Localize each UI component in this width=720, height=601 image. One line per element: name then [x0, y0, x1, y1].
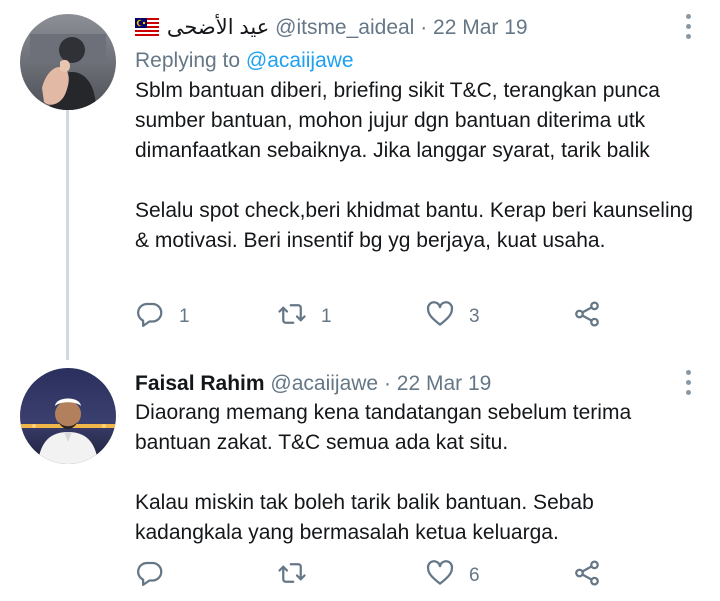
retweet-button[interactable]	[277, 559, 321, 593]
reply-icon	[135, 558, 165, 594]
tweet-header: عيد الأضحى @itsme_aideal · 22 Mar 19	[135, 14, 700, 44]
malaysia-flag-icon	[135, 16, 159, 44]
user-handle[interactable]: @itsme_aideal	[275, 16, 414, 39]
tweet-actions: 6	[135, 559, 615, 593]
tweet-date[interactable]: 22 Mar 19	[433, 16, 528, 39]
more-vertical-icon[interactable]	[686, 14, 692, 44]
tweet-actions: 1 1 3	[135, 300, 615, 334]
like-button[interactable]: 6	[425, 559, 480, 593]
tweet-text: Sblm bantuan diberi, briefing sikit T&C,…	[135, 76, 700, 256]
tweet[interactable]: عيد الأضحى @itsme_aideal · 22 Mar 19 Rep…	[0, 0, 720, 356]
tweet-thread: عيد الأضحى @itsme_aideal · 22 Mar 19 Rep…	[0, 0, 720, 601]
tweet-body: Faisal Rahim @acaiijawe · 22 Mar 19 Diao…	[135, 370, 700, 548]
replying-to-label: Replying to	[135, 49, 241, 72]
tweet-header: Faisal Rahim @acaiijawe · 22 Mar 19	[135, 370, 700, 398]
tweet-paragraph: Diaorang memang kena tandatangan sebelum…	[135, 401, 632, 454]
like-count: 6	[469, 565, 480, 586]
share-icon	[572, 299, 602, 335]
separator-dot: ·	[420, 16, 428, 39]
tweet-paragraph: Selalu spot check,beri khidmat bantu. Ke…	[135, 199, 693, 252]
share-icon	[572, 558, 602, 594]
display-name[interactable]: عيد الأضحى	[167, 16, 269, 39]
like-button[interactable]: 3	[425, 300, 480, 334]
avatar[interactable]	[20, 14, 116, 110]
tweet-date[interactable]: 22 Mar 19	[397, 372, 492, 395]
share-button[interactable]	[572, 559, 602, 593]
mention-link[interactable]: @acaiijawe	[246, 49, 354, 72]
replying-to: Replying to @acaiijawe	[135, 46, 700, 76]
tweet[interactable]: Faisal Rahim @acaiijawe · 22 Mar 19 Diao…	[0, 356, 720, 601]
retweet-button[interactable]: 1	[277, 300, 332, 334]
reply-count: 1	[179, 306, 190, 327]
tweet-body: عيد الأضحى @itsme_aideal · 22 Mar 19 Rep…	[135, 14, 700, 256]
tweet-paragraph: Sblm bantuan diberi, briefing sikit T&C,…	[135, 79, 660, 162]
separator-dot: ·	[383, 372, 391, 395]
reply-button[interactable]: 1	[135, 300, 190, 334]
reply-button[interactable]	[135, 559, 179, 593]
retweet-icon	[277, 558, 307, 594]
tweet-text: Diaorang memang kena tandatangan sebelum…	[135, 398, 700, 548]
tweet-paragraph: Kalau miskin tak boleh tarik balik bantu…	[135, 491, 594, 544]
more-vertical-icon[interactable]	[686, 370, 692, 400]
heart-icon	[425, 299, 455, 335]
user-handle[interactable]: @acaiijawe	[270, 372, 378, 395]
heart-icon	[425, 558, 455, 594]
retweet-icon	[277, 299, 307, 335]
retweet-count: 1	[321, 306, 332, 327]
like-count: 3	[469, 306, 480, 327]
reply-icon	[135, 299, 165, 335]
display-name[interactable]: Faisal Rahim	[135, 372, 265, 395]
avatar[interactable]	[20, 368, 116, 464]
share-button[interactable]	[572, 300, 602, 334]
